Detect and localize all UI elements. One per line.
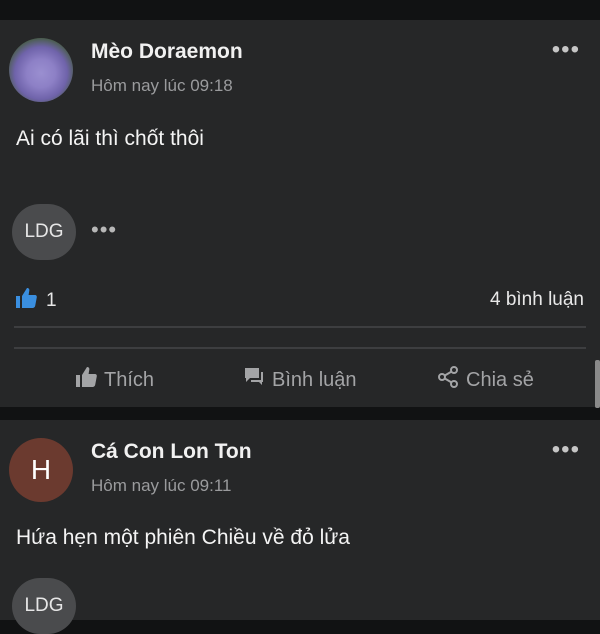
reactor-avatar[interactable]: LDG [12,204,76,260]
thumbs-up-icon [14,286,38,315]
author-name[interactable]: Mèo Doraemon [91,40,243,64]
share-label: Chia sẻ [466,368,534,391]
author-name[interactable]: Cá Con Lon Ton [91,440,252,464]
comment-button[interactable]: Bình luận [242,355,357,405]
post-timestamp: Hôm nay lúc 09:18 [91,76,233,95]
like-summary[interactable]: 1 [14,286,57,315]
more-options-icon[interactable]: ••• [552,436,580,464]
author-avatar[interactable] [9,38,73,102]
comment-label: Bình luận [272,368,357,391]
more-options-icon[interactable]: ••• [552,36,580,64]
post-content: Ai có lãi thì chốt thôi [16,127,204,150]
post-card: H Cá Con Lon Ton Hôm nay lúc 09:11 ••• H… [0,420,600,634]
share-button[interactable]: Chia sẻ [436,355,534,405]
thumbs-up-icon [74,365,98,395]
like-label: Thích [104,368,155,391]
share-icon [436,365,460,395]
like-button[interactable]: Thích [74,355,154,405]
divider [14,347,586,349]
reactor-more-icon[interactable]: ••• [91,217,117,243]
divider [14,326,586,328]
comment-icon [242,365,266,395]
scrollbar-thumb[interactable] [595,360,600,408]
post-content: Hứa hẹn một phiên Chiều về đỏ lửa [16,526,350,549]
like-count: 1 [46,289,57,311]
comment-count[interactable]: 4 bình luận [490,289,584,311]
post-action-bar: Thích Bình luận Chia sẻ [0,355,600,405]
author-avatar[interactable]: H [9,438,73,502]
reactor-avatar[interactable]: LDG [12,578,76,634]
post-card: Mèo Doraemon Hôm nay lúc 09:18 ••• Ai có… [0,20,600,408]
post-timestamp: Hôm nay lúc 09:11 [91,476,232,495]
